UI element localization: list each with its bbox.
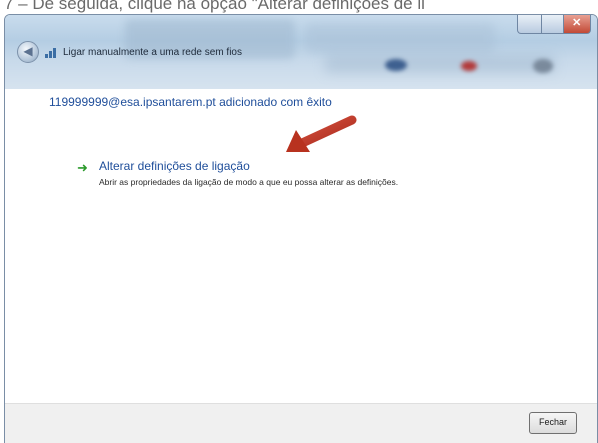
back-arrow-icon: ◀: [23, 44, 33, 58]
wizard-header: ◀ Ligar manualmente a uma rede sem fios: [17, 41, 242, 63]
minimize-button[interactable]: [517, 15, 542, 34]
back-button[interactable]: ◀: [17, 41, 39, 63]
window-close-button[interactable]: ✕: [563, 15, 591, 34]
title-bar-blur: [325, 55, 555, 73]
wizard-window: ✕ ◀ Ligar manualmente a uma rede sem fio…: [4, 14, 598, 443]
instruction-caption: 7 – De seguida, clique na opção "Alterar…: [4, 0, 425, 13]
title-bar-blur: [305, 23, 495, 53]
screenshot-page: 7 – De seguida, clique na opção "Alterar…: [0, 0, 598, 443]
option-title[interactable]: Alterar definições de ligação: [99, 159, 250, 173]
background-blur-shape: [461, 61, 477, 71]
window-caption-buttons: ✕: [517, 15, 591, 34]
close-icon: ✕: [572, 17, 582, 29]
wizard-footer: Fechar: [5, 403, 597, 443]
maximize-button[interactable]: [541, 15, 564, 34]
red-annotation-arrow-icon: [286, 115, 357, 152]
background-blur-shape: [533, 59, 553, 73]
wireless-network-icon: [45, 46, 59, 58]
success-message: 119999999@esa.ipsantarem.pt adicionado c…: [49, 95, 332, 109]
title-bar: ✕ ◀ Ligar manualmente a uma rede sem fio…: [5, 15, 597, 89]
window-title: Ligar manualmente a uma rede sem fios: [63, 46, 242, 58]
option-description: Abrir as propriedades da ligação de modo…: [99, 177, 399, 187]
green-arrow-icon: ➜: [77, 160, 88, 175]
close-button[interactable]: Fechar: [529, 412, 577, 434]
background-blur-shape: [385, 59, 407, 71]
